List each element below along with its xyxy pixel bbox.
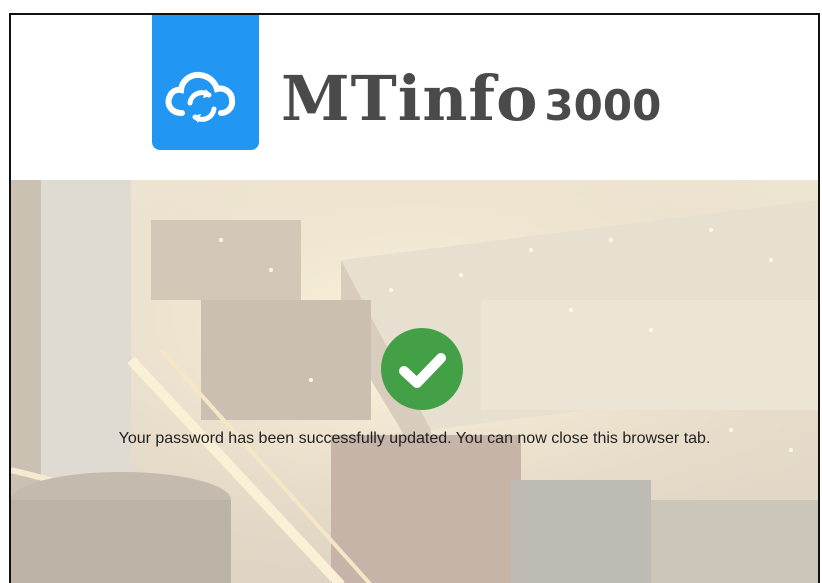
logo-tile	[152, 15, 259, 150]
brand-logo: MTinfo 3000	[281, 62, 661, 142]
brand-name: MTinfo	[281, 62, 539, 135]
check-circle-icon	[381, 328, 463, 410]
success-message: Your password has been successfully upda…	[118, 430, 711, 447]
page-header: MTinfo 3000	[11, 15, 818, 180]
city-background: Your password has been successfully upda…	[11, 180, 818, 583]
browser-page: MTinfo 3000 Your password has been succe…	[9, 13, 820, 583]
brand-number: 3000	[544, 81, 662, 130]
